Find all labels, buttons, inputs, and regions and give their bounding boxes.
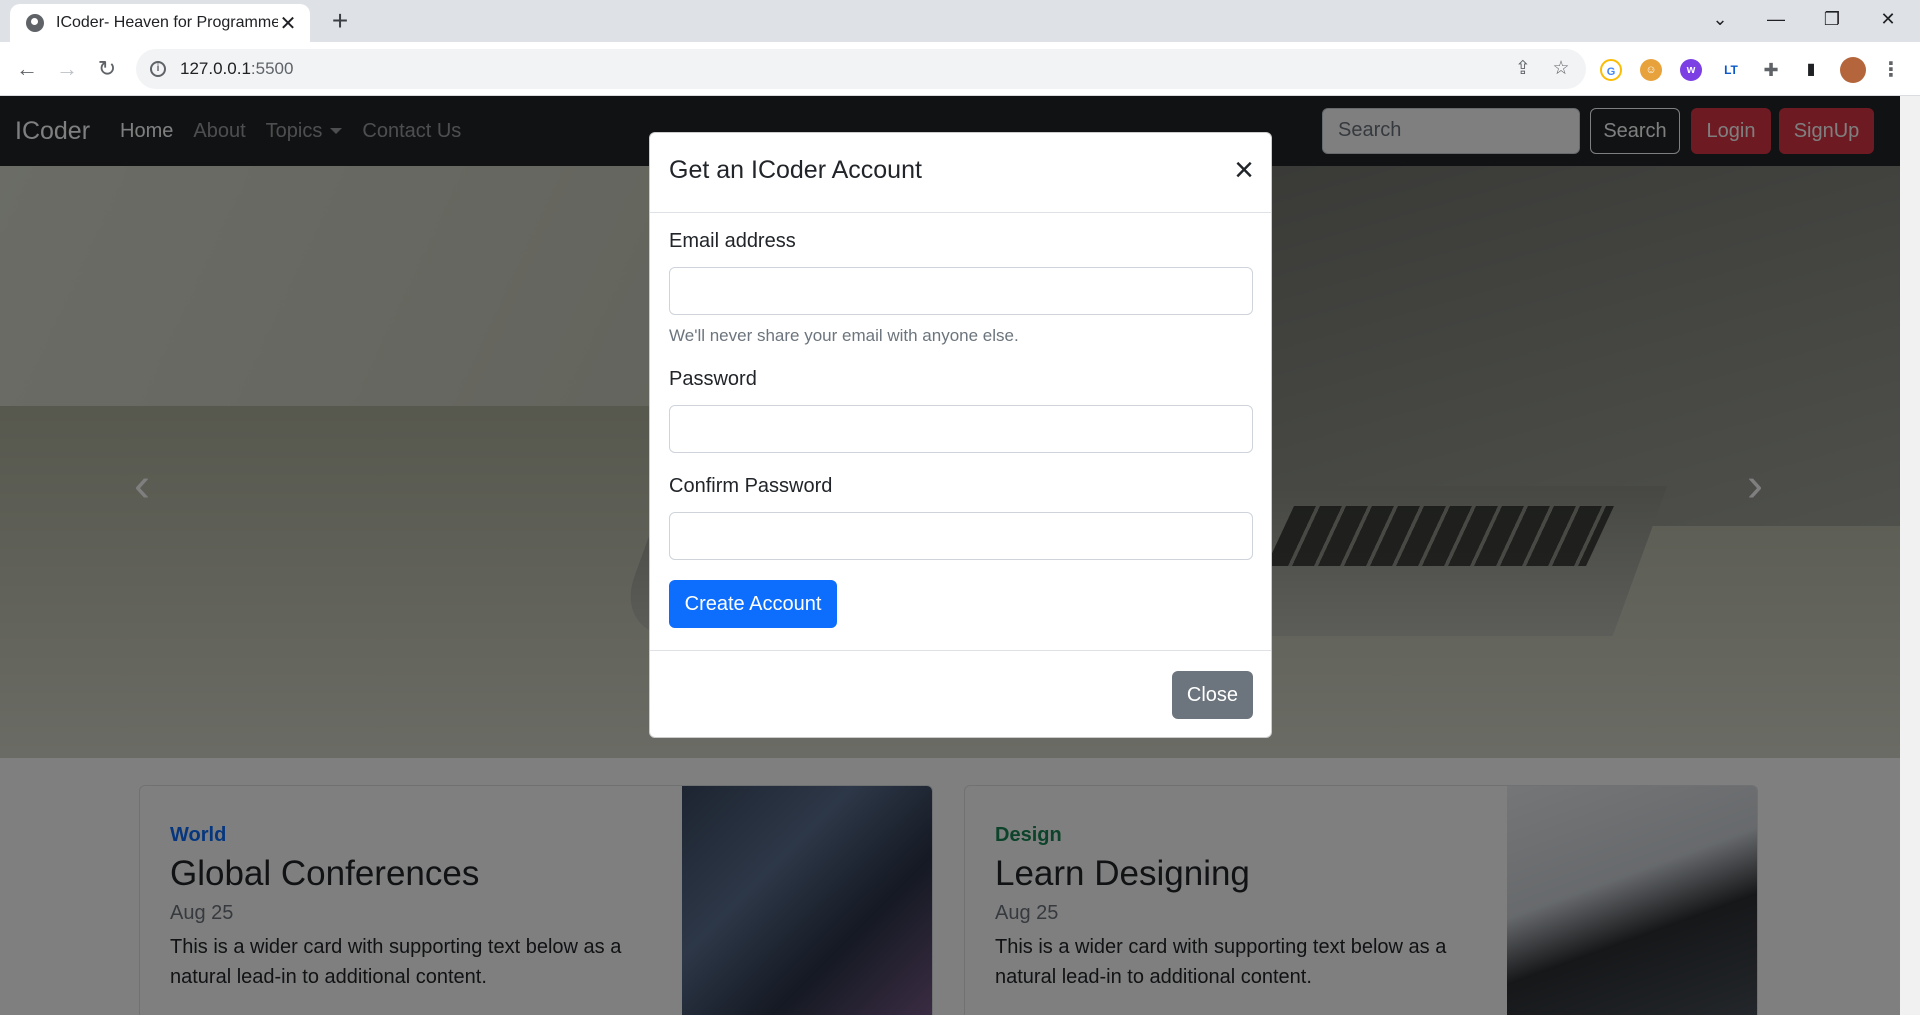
modal-title: Get an ICoder Account (669, 156, 922, 184)
extension-w-icon[interactable]: w (1680, 59, 1702, 81)
extensions-puzzle-icon[interactable]: ✚ (1760, 59, 1782, 81)
back-arrow-icon[interactable]: ← (10, 52, 44, 86)
modal-header: Get an ICoder Account × (650, 133, 1271, 213)
restore-icon[interactable]: ❐ (1804, 0, 1860, 40)
modal-close-x-icon[interactable]: × (1228, 153, 1260, 189)
create-account-button[interactable]: Create Account (669, 580, 837, 628)
password-label: Password (669, 368, 757, 390)
confirm-password-field[interactable] (669, 512, 1253, 560)
share-icon[interactable]: ⇪ (1508, 49, 1538, 89)
modal-footer-divider (650, 650, 1271, 651)
reload-icon[interactable]: ↻ (90, 52, 124, 86)
extension-google-icon[interactable]: G (1600, 59, 1622, 81)
globe-icon (26, 14, 44, 32)
extension-avatar-icon[interactable]: ☺ (1640, 59, 1662, 81)
browser-tab[interactable]: ICoder- Heaven for Programmers ✕ (10, 4, 310, 42)
window-close-icon[interactable]: ✕ (1860, 0, 1916, 40)
signup-modal: Get an ICoder Account × Email address We… (649, 132, 1272, 738)
extension-lt-icon[interactable]: LT (1720, 59, 1742, 81)
confirm-password-label: Confirm Password (669, 475, 833, 497)
profile-avatar[interactable] (1840, 57, 1866, 83)
bookmark-star-icon[interactable]: ☆ (1546, 49, 1576, 89)
tab-search-chevron-icon[interactable]: ⌄ (1692, 0, 1748, 40)
password-field[interactable] (669, 405, 1253, 453)
new-tab-plus-icon[interactable]: + (324, 6, 356, 38)
minimize-icon[interactable]: — (1748, 0, 1804, 40)
modal-close-button[interactable]: Close (1172, 671, 1253, 719)
email-help-text: We'll never share your email with anyone… (669, 326, 1019, 345)
browser-menu-icon[interactable]: ⋮ (1880, 59, 1902, 81)
tab-close-icon[interactable]: ✕ (278, 11, 298, 36)
email-field[interactable] (669, 267, 1253, 315)
url-text: 127.0.0.1:5500 (180, 59, 294, 78)
browser-toolbar: ← → ↻ i 127.0.0.1:5500 ⇪ ☆ G ☺ w LT ✚ ▮ … (0, 42, 1920, 96)
address-bar[interactable]: i 127.0.0.1:5500 ⇪ ☆ (136, 49, 1586, 89)
email-label: Email address (669, 230, 796, 252)
side-panel-icon[interactable]: ▮ (1800, 59, 1822, 81)
tab-title: ICoder- Heaven for Programmers (56, 14, 278, 31)
web-page: ICoder Home About Topics Contact Us Sear… (0, 96, 1920, 1015)
site-info-icon[interactable]: i (150, 61, 166, 77)
browser-tabstrip: ICoder- Heaven for Programmers ✕ + ⌄ — ❐… (0, 0, 1920, 42)
forward-arrow-icon[interactable]: → (50, 52, 84, 86)
page-scrollbar[interactable] (1900, 96, 1920, 1015)
